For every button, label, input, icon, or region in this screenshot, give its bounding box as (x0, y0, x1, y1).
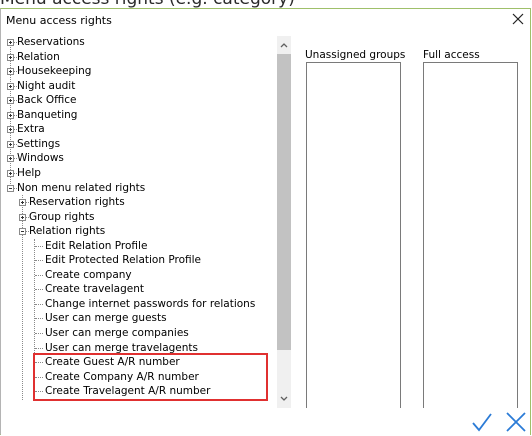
checkmark-icon (472, 413, 492, 432)
title-bar: Menu access rights (1, 9, 530, 32)
tree-connector-line (35, 303, 43, 305)
tree-connector-line (35, 289, 43, 291)
tree-connector-line (35, 245, 43, 247)
tree-node-label: Night audit (17, 79, 76, 92)
expand-plus-icon[interactable] (7, 126, 14, 134)
tree-node-label: Settings (17, 137, 61, 150)
tree-connector-line (35, 333, 43, 334)
tree-node-label: Extra (17, 123, 45, 136)
tree-connector-line (35, 260, 43, 262)
close-icon (512, 13, 524, 25)
tree-node-label: Reservations (17, 36, 85, 48)
tree-connector-line (35, 318, 43, 320)
scroll-up-button[interactable] (277, 38, 291, 52)
tree-node-label: User can merge guests (45, 312, 167, 325)
close-button[interactable] (510, 11, 526, 27)
tree-connector-line (35, 274, 43, 276)
tree-node-label: Edit Protected Relation Profile (45, 254, 201, 267)
tree-node-label: Help (17, 166, 41, 179)
expand-plus-icon[interactable] (7, 111, 14, 119)
expand-plus-icon[interactable] (7, 97, 14, 105)
ok-button[interactable] (471, 411, 493, 433)
tree-connector-line (35, 347, 43, 349)
collapse-minus-icon[interactable] (19, 228, 26, 236)
full-access-list[interactable] (423, 62, 518, 410)
full-access-label: Full access (423, 49, 480, 61)
tree-node-label: Group rights (29, 210, 95, 223)
tree-node-label: Edit Relation Profile (45, 239, 148, 252)
tree-node-label: Non menu related rights (17, 181, 146, 194)
background-window-text: Menu access rights (e.g. category) (0, 0, 295, 8)
menu-access-rights-dialog: Menu access rights Reservations Relation H… (0, 8, 531, 435)
expand-plus-icon[interactable] (7, 68, 14, 76)
expand-plus-icon[interactable] (7, 169, 14, 177)
background-window-strip: Menu access rights (e.g. category) (0, 0, 532, 8)
expand-plus-icon[interactable] (7, 82, 14, 90)
tree-node-label: Create travelagent (45, 283, 145, 296)
scroll-down-button[interactable] (277, 392, 291, 406)
expand-plus-icon[interactable] (7, 53, 14, 61)
tree-node-label: Relation (17, 50, 60, 63)
tree-node-label: Relation rights (29, 225, 106, 238)
tree-connector-line (22, 195, 23, 401)
cancel-x-icon (506, 412, 526, 432)
tree-node-label: Reservation rights (29, 196, 125, 209)
tree-node-label: Create company (45, 268, 132, 281)
tree-node-label: Banqueting (17, 108, 78, 121)
bottom-bar (1, 408, 530, 435)
chevron-down-icon (280, 396, 288, 401)
expand-plus-icon[interactable] (19, 213, 26, 221)
scrollbar-thumb[interactable] (277, 54, 291, 350)
unassigned-groups-list[interactable] (306, 62, 401, 410)
tree-node-label: User can merge companies (45, 327, 189, 339)
chevron-up-icon (280, 43, 288, 48)
expand-plus-icon[interactable] (7, 155, 14, 163)
highlight-annotation (33, 353, 268, 401)
unassigned-groups-label: Unassigned groups (305, 49, 406, 61)
rights-tree[interactable]: Reservations Relation Housekeeping Night au… (7, 35, 275, 401)
tree-node-label: Change internet passwords for relations (45, 297, 256, 310)
tree-node-label: Housekeeping (17, 65, 92, 78)
collapse-minus-icon[interactable] (7, 184, 14, 192)
expand-plus-icon[interactable] (19, 199, 26, 207)
cancel-button[interactable] (505, 411, 527, 433)
tree-node-label: Windows (17, 152, 64, 165)
expand-plus-icon[interactable] (7, 140, 14, 148)
tree-node-label: Back Office (17, 94, 77, 107)
expand-plus-icon[interactable] (7, 39, 14, 46)
dialog-title: Menu access rights (6, 14, 112, 27)
